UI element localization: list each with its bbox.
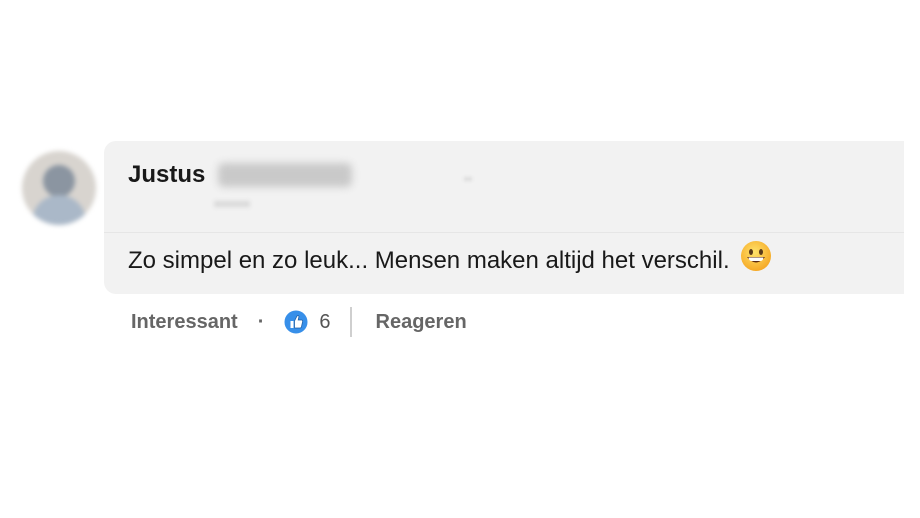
reply-button[interactable]: Reageren — [376, 311, 467, 334]
blurred-headline — [214, 201, 250, 207]
blurred-surname — [218, 163, 352, 187]
comment-author-name[interactable]: Justus — [128, 161, 205, 189]
vertical-divider — [349, 307, 352, 337]
comment-text: Zo simpel en zo leuk... Mensen maken alt… — [128, 247, 730, 274]
divider — [104, 232, 904, 233]
comment-body: Zo simpel en zo leuk... Mensen maken alt… — [128, 240, 772, 279]
blurred-mark — [464, 177, 472, 181]
avatar-body — [32, 195, 86, 225]
reaction-count[interactable]: 6 — [319, 311, 330, 334]
comment-bubble: Justus Zo simpel en zo leuk... Mensen ma… — [104, 141, 904, 294]
grinning-face-emoji-icon — [740, 240, 772, 279]
avatar[interactable] — [22, 151, 96, 225]
react-button[interactable]: Interessant — [131, 311, 238, 334]
comment-actions: Interessant · 6 Reageren — [131, 307, 467, 337]
separator-dot: · — [257, 310, 265, 333]
avatar-head — [43, 165, 75, 197]
thumbs-up-icon[interactable] — [283, 309, 309, 335]
